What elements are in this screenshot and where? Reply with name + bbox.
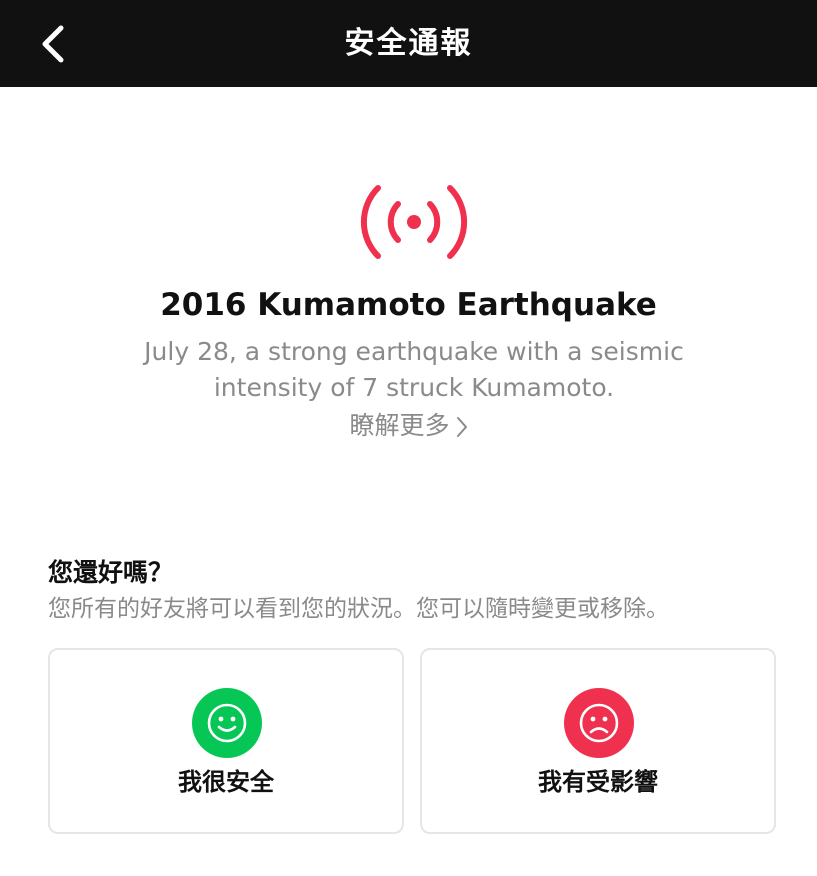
im-affected-button[interactable]: 我有受影響 bbox=[420, 648, 776, 834]
learn-more-link[interactable]: 瞭解更多 bbox=[0, 406, 817, 446]
event-description: July 28, a strong earthquake with a seis… bbox=[144, 337, 684, 402]
chevron-right-icon bbox=[456, 417, 467, 437]
im-affected-label: 我有受影響 bbox=[538, 768, 658, 796]
status-question-subtitle: 您所有的好友將可以看到您的狀況。您可以隨時變更或移除。 bbox=[48, 596, 669, 622]
chevron-left-icon bbox=[42, 25, 64, 63]
status-circle-safe bbox=[192, 688, 262, 758]
frown-icon bbox=[579, 703, 619, 743]
nav-bar: 安全通報 bbox=[0, 0, 817, 87]
status-circle-affected bbox=[564, 688, 634, 758]
broadcast-icon bbox=[360, 185, 468, 259]
event-title: 2016 Kumamoto Earthquake bbox=[160, 287, 657, 323]
learn-more-label: 瞭解更多 bbox=[349, 411, 450, 440]
back-button[interactable] bbox=[22, 16, 82, 72]
im-safe-label: 我很安全 bbox=[178, 768, 274, 796]
safety-check-screen: 安全通報 2016 Kumamoto Earthquake July 28, a… bbox=[0, 0, 817, 876]
im-safe-button[interactable]: 我很安全 bbox=[48, 648, 404, 834]
smile-icon bbox=[207, 703, 247, 743]
status-question-title: 您還好嗎？ bbox=[48, 558, 174, 587]
page-title: 安全通報 bbox=[344, 26, 473, 61]
